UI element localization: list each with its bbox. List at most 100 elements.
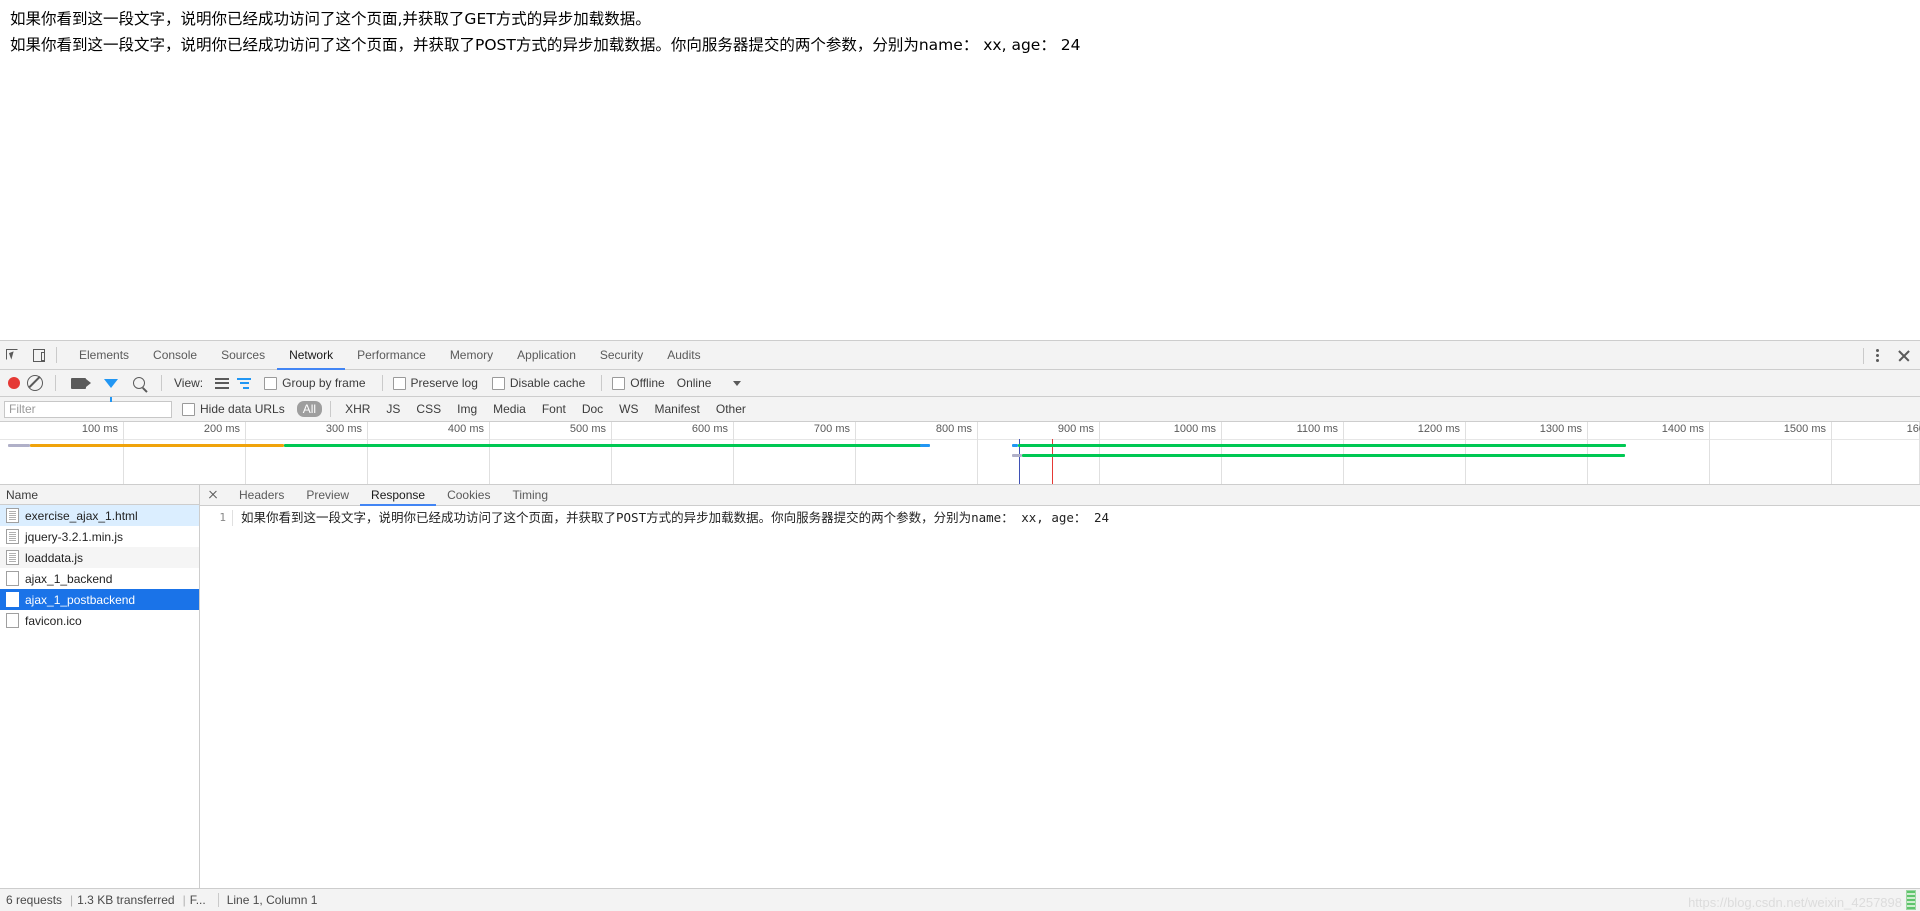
request-name: ajax_1_postbackend bbox=[25, 592, 136, 607]
overview-bar-orange bbox=[30, 444, 284, 447]
network-toolbar: View: Group by frame Preserve log Disabl… bbox=[0, 370, 1920, 402]
tick-label-400: 400 ms bbox=[447, 423, 484, 435]
checkbox-box bbox=[612, 376, 626, 390]
tab-application[interactable]: Application bbox=[505, 341, 588, 370]
table-row[interactable]: favicon.ico bbox=[0, 610, 199, 631]
toolbar-divider bbox=[381, 375, 383, 391]
checkbox-box bbox=[491, 376, 505, 390]
filter-chip-js[interactable]: JS bbox=[380, 401, 406, 417]
tick-label-1200: 1200 ms bbox=[1417, 423, 1460, 435]
checkbox-box bbox=[264, 376, 278, 390]
tab-audits[interactable]: Audits bbox=[655, 341, 712, 370]
filter-chip-css[interactable]: CSS bbox=[410, 401, 447, 417]
search-icon[interactable] bbox=[133, 377, 145, 389]
disable-cache-checkbox[interactable]: Disable cache bbox=[491, 376, 585, 390]
chevron-down-icon[interactable] bbox=[733, 380, 742, 386]
overview-bar-grey-3 bbox=[1012, 454, 1022, 457]
generic-file-icon bbox=[6, 592, 19, 607]
filter-chip-doc[interactable]: Doc bbox=[576, 401, 609, 417]
table-row[interactable]: ajax_1_postbackend bbox=[0, 589, 199, 610]
tick-label-800: 800 ms bbox=[935, 423, 972, 435]
status-requests-count: 6 requests bbox=[6, 893, 63, 907]
filter-chip-xhr[interactable]: XHR bbox=[339, 401, 376, 417]
document-icon bbox=[6, 529, 19, 544]
table-row[interactable]: ajax_1_backend bbox=[0, 568, 199, 589]
detail-tab-headers[interactable]: Headers bbox=[228, 485, 295, 506]
more-options-icon[interactable] bbox=[1868, 347, 1886, 365]
hide-data-urls-label: Hide data URLs bbox=[200, 402, 285, 416]
devtools-panel: Elements Console Sources Network Perform… bbox=[0, 340, 1920, 911]
preserve-log-label: Preserve log bbox=[410, 376, 478, 390]
view-list-icon[interactable] bbox=[215, 377, 230, 389]
request-column-header-name[interactable]: Name bbox=[0, 485, 199, 505]
table-row[interactable]: jquery-3.2.1.min.js bbox=[0, 526, 199, 547]
watermark-text: https://blog.csdn.net/weixin_4257898 bbox=[1688, 895, 1902, 910]
checkbox-box bbox=[392, 376, 406, 390]
detail-tab-cookies[interactable]: Cookies bbox=[436, 485, 501, 506]
tab-network[interactable]: Network bbox=[277, 341, 346, 370]
response-text: 如果你看到这一段文字，说明你已经成功访问了这个页面，并获取了POST方式的异步加… bbox=[241, 510, 1109, 525]
toolbar-divider bbox=[56, 347, 57, 363]
tick-label-700: 700 ms bbox=[813, 423, 850, 435]
hide-data-urls-checkbox[interactable]: Hide data URLs bbox=[182, 402, 285, 416]
status-cursor-position: Line 1, Column 1 bbox=[226, 893, 318, 907]
close-icon[interactable] bbox=[1894, 346, 1914, 366]
response-body[interactable]: 1 如果你看到这一段文字，说明你已经成功访问了这个页面，并获取了POST方式的异… bbox=[200, 506, 1920, 906]
filter-chip-ws[interactable]: WS bbox=[613, 401, 644, 417]
device-toolbar-button[interactable] bbox=[26, 342, 52, 368]
generic-file-icon bbox=[6, 613, 19, 628]
group-by-frame-checkbox[interactable]: Group by frame bbox=[264, 376, 366, 390]
inspect-element-icon bbox=[6, 348, 20, 362]
record-icon[interactable] bbox=[8, 377, 20, 389]
filter-chip-media[interactable]: Media bbox=[487, 401, 532, 417]
tab-performance[interactable]: Performance bbox=[345, 341, 438, 370]
filter-chip-img[interactable]: Img bbox=[451, 401, 483, 417]
devtools-tabbar: Elements Console Sources Network Perform… bbox=[0, 341, 1920, 370]
tab-elements[interactable]: Elements bbox=[67, 341, 141, 370]
close-detail-icon[interactable] bbox=[204, 486, 222, 504]
document-icon bbox=[6, 550, 19, 565]
table-row[interactable]: loaddata.js bbox=[0, 547, 199, 568]
tick-label-500: 500 ms bbox=[569, 423, 606, 435]
tab-console[interactable]: Console bbox=[141, 341, 209, 370]
detail-tab-timing[interactable]: Timing bbox=[501, 485, 559, 506]
filter-chip-font[interactable]: Font bbox=[536, 401, 572, 417]
offline-checkbox[interactable]: Offline bbox=[612, 376, 665, 390]
document-icon bbox=[6, 508, 19, 523]
devtools-tab-list: Elements Console Sources Network Perform… bbox=[67, 341, 713, 370]
camera-icon[interactable] bbox=[71, 377, 91, 389]
clear-icon[interactable] bbox=[27, 375, 43, 391]
tab-memory[interactable]: Memory bbox=[438, 341, 505, 370]
tick-label-200: 200 ms bbox=[203, 423, 240, 435]
network-overview[interactable]: 100 ms 200 ms 300 ms 400 ms 500 ms 600 m… bbox=[0, 422, 1920, 485]
throttling-select[interactable]: Online bbox=[677, 376, 712, 390]
status-divider: | bbox=[182, 893, 186, 907]
overview-bar-green-3a bbox=[1022, 454, 1625, 457]
view-label: View: bbox=[174, 376, 204, 390]
watermark-bar bbox=[1906, 890, 1916, 910]
filter-chip-manifest[interactable]: Manifest bbox=[649, 401, 706, 417]
tick-label-100: 100 ms bbox=[81, 423, 118, 435]
filter-chip-all[interactable]: All bbox=[296, 401, 323, 417]
status-bar: 6 requests | 1.3 KB transferred | F... L… bbox=[0, 888, 1920, 911]
view-waterfall-icon[interactable] bbox=[237, 377, 252, 389]
checkbox-box bbox=[182, 402, 195, 416]
preserve-log-checkbox[interactable]: Preserve log bbox=[392, 376, 478, 390]
table-row[interactable]: exercise_ajax_1.html bbox=[0, 505, 199, 526]
tick-label-300: 300 ms bbox=[325, 423, 362, 435]
filter-chip-other[interactable]: Other bbox=[710, 401, 752, 417]
toolbar-divider bbox=[601, 375, 603, 391]
overview-bar-green-1 bbox=[284, 444, 929, 447]
filter-input[interactable] bbox=[4, 400, 172, 418]
group-by-frame-label: Group by frame bbox=[282, 376, 366, 390]
request-name: exercise_ajax_1.html bbox=[25, 508, 138, 523]
detail-tab-response[interactable]: Response bbox=[360, 485, 437, 506]
page-text-line-get: 如果你看到这一段文字，说明你已经成功访问了这个页面,并获取了GET方式的异步加载… bbox=[10, 10, 651, 28]
devtools-tabbar-right bbox=[1859, 341, 1914, 370]
tab-security[interactable]: Security bbox=[588, 341, 655, 370]
inspect-element-button[interactable] bbox=[0, 342, 26, 368]
tick-label-900: 900 ms bbox=[1057, 423, 1094, 435]
tab-sources[interactable]: Sources bbox=[209, 341, 277, 370]
funnel-icon[interactable] bbox=[104, 378, 118, 402]
detail-tab-preview[interactable]: Preview bbox=[295, 485, 360, 506]
